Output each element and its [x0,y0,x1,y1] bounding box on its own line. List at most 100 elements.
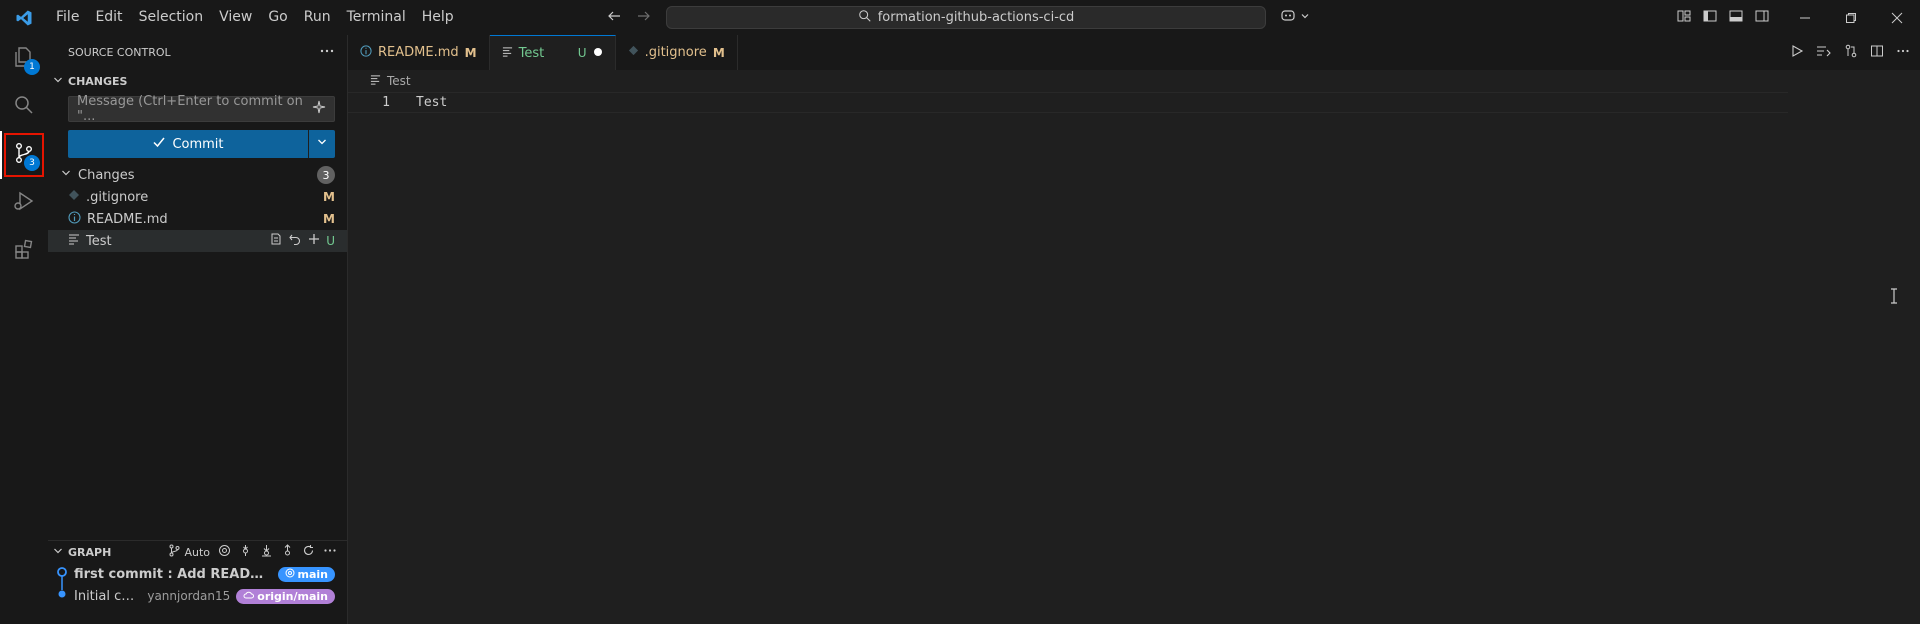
source-control-icon [12,141,36,169]
command-center-text: formation-github-actions-ci-cd [877,10,1075,25]
file-status-badge: M [323,212,335,226]
editor-tabs: README.md M Test U .gitignore M [348,35,1920,70]
changes-count-badge: 3 [317,166,335,184]
activity-run-debug[interactable] [0,179,48,227]
menu-terminal[interactable]: Terminal [339,0,414,35]
text-file-icon [68,233,80,249]
copilot-icon [1280,8,1298,28]
compare-changes-icon[interactable] [1816,44,1832,62]
menu-view[interactable]: View [211,0,260,35]
back-arrow-icon[interactable] [606,8,622,28]
run-icon[interactable] [1790,44,1804,62]
refresh-icon[interactable] [302,544,315,560]
more-actions-icon[interactable] [1896,44,1910,62]
sparkle-icon[interactable] [312,100,326,118]
more-actions-icon[interactable] [319,43,335,62]
auto-branch-button[interactable]: Auto [168,544,210,560]
more-actions-icon[interactable] [323,544,337,560]
graph-commit-row[interactable]: first commit : Add README.md an... main [48,563,347,585]
graph-header[interactable]: GRAPH Auto [48,540,347,563]
customize-layout-icon[interactable] [1676,8,1692,28]
toggle-panel-icon[interactable] [1728,8,1744,28]
menu-selection[interactable]: Selection [131,0,212,35]
title-bar: File Edit Selection View Go Run Terminal… [0,0,1920,35]
target-icon[interactable] [218,544,231,560]
file-item-gitignore[interactable]: .gitignore M [48,186,347,208]
run-debug-icon [12,189,36,217]
info-icon [360,44,372,61]
discard-changes-icon[interactable] [288,232,302,250]
activity-explorer[interactable]: 1 [0,35,48,83]
target-icon [285,568,295,581]
chevron-down-icon [1300,10,1310,25]
push-icon[interactable] [281,544,294,560]
chevron-down-icon [52,74,64,89]
tab-test[interactable]: Test U [489,35,616,70]
window-controls [1782,0,1920,35]
minimize-button[interactable] [1782,0,1828,35]
editor-actions [1790,35,1910,70]
changes-section-header[interactable]: CHANGES [48,70,347,92]
breadcrumb[interactable]: Test [348,70,1920,92]
activity-source-control[interactable]: 3 [0,131,48,179]
branch-ref-badge: main [277,566,335,582]
tab-gitignore[interactable]: .gitignore M [616,35,738,70]
gitignore-file-icon [68,189,80,205]
close-button[interactable] [1874,0,1920,35]
chevron-down-icon [52,545,64,560]
toggle-secondary-sidebar-icon[interactable] [1754,8,1770,28]
unsaved-dot-icon[interactable] [593,46,603,61]
menu-edit[interactable]: Edit [87,0,130,35]
text-file-icon [502,46,513,61]
toggle-primary-sidebar-icon[interactable] [1702,8,1718,28]
commit-author: yannjordan15 [147,589,231,603]
commit-message-input[interactable]: Message (Ctrl+Enter to commit on "... [68,94,335,124]
command-center-search[interactable]: formation-github-actions-ci-cd [666,6,1266,29]
changes-group-header[interactable]: Changes 3 [48,164,347,186]
menu-help[interactable]: Help [414,0,462,35]
auto-label: Auto [184,545,210,559]
explorer-badge: 1 [24,59,40,75]
fetch-icon[interactable] [239,544,252,560]
restore-button[interactable] [1828,0,1874,35]
editor-area: README.md M Test U .gitignore M Test 1 T… [348,35,1920,624]
check-icon [152,135,166,153]
forward-arrow-icon[interactable] [636,8,652,28]
split-editor-icon[interactable] [1870,44,1884,62]
scm-badge: 3 [24,155,40,171]
menu-file[interactable]: File [48,0,87,35]
commit-button-group: Commit [68,130,335,158]
commit-dropdown-button[interactable] [308,130,335,158]
line-number: 1 [382,95,390,110]
tab-label: .gitignore [644,45,707,60]
activity-search[interactable] [0,83,48,131]
file-name: README.md [87,211,168,227]
breadcrumb-file: Test [387,74,411,88]
menu-run[interactable]: Run [296,0,339,35]
tab-label: README.md [378,45,459,60]
tab-readme[interactable]: README.md M [348,35,490,70]
changes-section-title: CHANGES [68,74,128,88]
open-file-icon[interactable] [269,232,283,250]
copilot-menu[interactable] [1280,0,1310,35]
commit-node-icon [56,583,68,609]
code-line[interactable]: 1 Test [348,92,1788,113]
open-changes-icon[interactable] [1844,44,1858,62]
commit-button[interactable]: Commit [68,130,308,158]
menu-go[interactable]: Go [260,0,295,35]
pull-icon[interactable] [260,544,273,560]
graph-commit-row[interactable]: Initial commit yannjordan15 origin/main [48,583,347,609]
line-text: Test [416,95,448,110]
activity-extensions[interactable] [0,227,48,275]
stage-changes-icon[interactable] [307,232,321,250]
tab-label: Test [518,45,545,61]
file-item-test[interactable]: Test U [48,230,347,252]
file-name: Test [86,233,112,249]
changes-group-label: Changes [78,167,135,183]
graph-section: GRAPH Auto first commit : Add README.md … [48,540,347,607]
tab-status: M [712,45,725,60]
text-file-icon [370,74,381,88]
file-item-readme[interactable]: README.md M [48,208,347,230]
branch-ref-label: main [297,567,329,581]
branch-icon [168,544,181,560]
